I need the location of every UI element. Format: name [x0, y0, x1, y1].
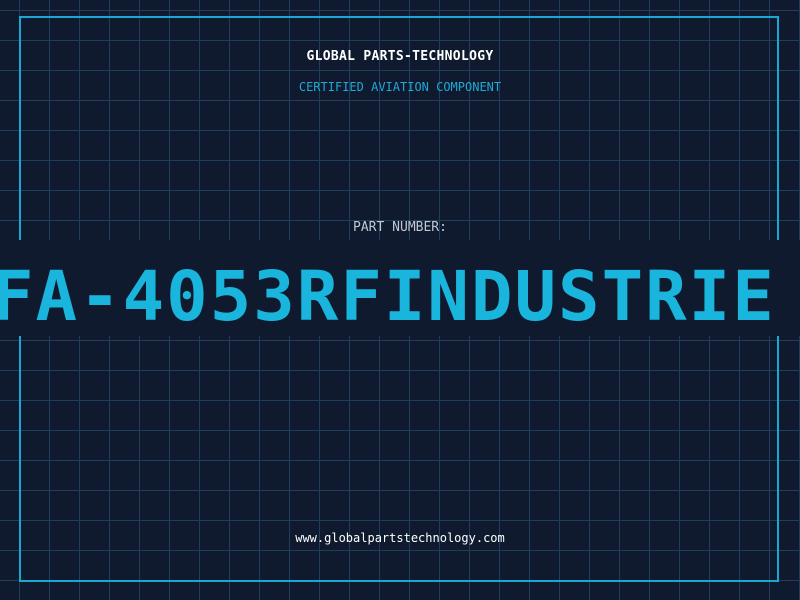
- certification-subtitle: CERTIFIED AVIATION COMPONENT: [298, 80, 502, 94]
- part-number-value: FA-4053RFINDUSTRIE: [0, 257, 776, 337]
- part-number-label: PART NUMBER:: [353, 220, 447, 235]
- website-url: www.globalpartstechnology.com: [295, 531, 505, 545]
- company-name: GLOBAL PARTS-TECHNOLOGY: [306, 49, 494, 64]
- part-card: GLOBAL PARTS-TECHNOLOGY CERTIFIED AVIATI…: [0, 0, 800, 600]
